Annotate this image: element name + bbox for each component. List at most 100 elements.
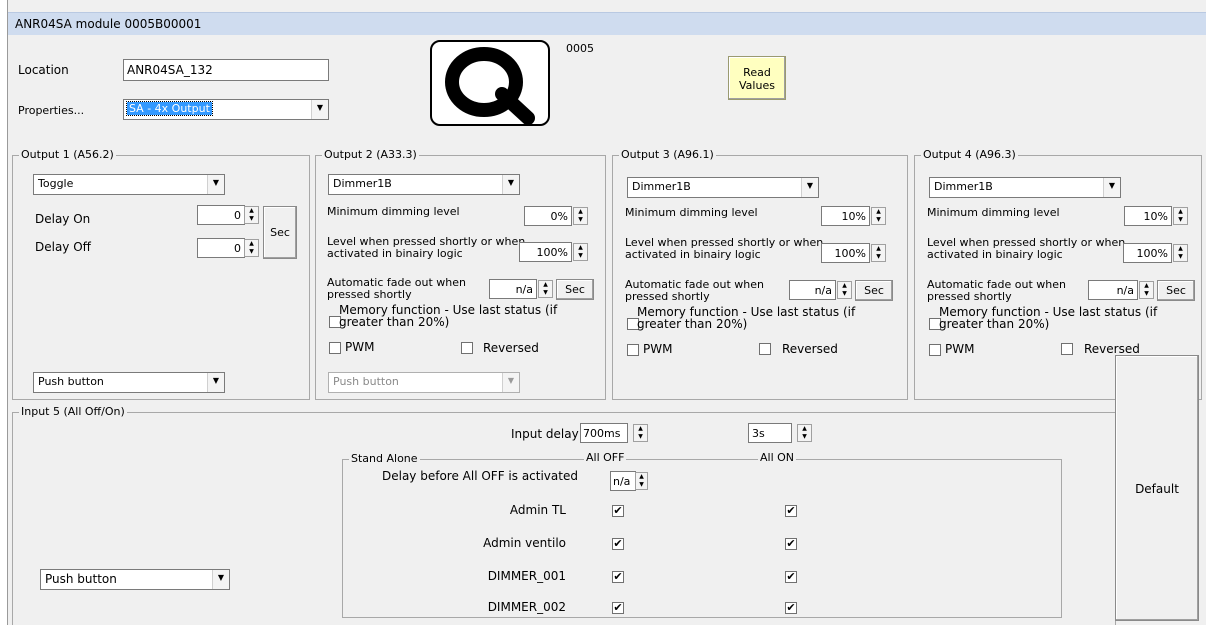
standalone-title: Stand Alone	[349, 452, 420, 465]
output1-mode-value: Toggle	[38, 177, 74, 190]
all-on-checkbox[interactable]: ✔	[785, 571, 797, 583]
output2-fade-field[interactable]: n/a	[489, 279, 537, 299]
standalone-row-label: DIMMER_002	[487, 600, 566, 614]
chevron-down-icon[interactable]: ▼	[801, 178, 818, 197]
output1-title: Output 1 (A56.2)	[19, 148, 116, 161]
output3-pwm-checkbox[interactable]	[627, 344, 639, 356]
title-bar: ANR04SA module 0005B00001	[8, 12, 1206, 35]
output2-level-spinner[interactable]: 100% ▲ ▼	[519, 242, 588, 262]
delay-before-label: Delay before All OFF is activated	[382, 469, 578, 483]
default-button[interactable]: Default	[1115, 355, 1199, 621]
chevron-down-icon: ▼	[502, 373, 519, 392]
chevron-down-icon[interactable]: ▼	[311, 100, 328, 119]
spin-arrows-icon[interactable]: ▲ ▼	[797, 424, 812, 442]
location-label: Location	[18, 63, 69, 77]
delay-on-spinner[interactable]: 0 ▲ ▼	[197, 205, 259, 225]
spin-arrows-icon[interactable]: ▲ ▼	[837, 281, 852, 299]
output3-min-dim-field[interactable]: 10%	[821, 206, 870, 226]
spin-arrows-icon[interactable]: ▲ ▼	[633, 424, 648, 442]
delay-off-spinner[interactable]: 0 ▲ ▼	[197, 238, 259, 258]
output4-min-dim-label: Minimum dimming level	[927, 206, 1060, 219]
delay-off-field[interactable]: 0	[197, 238, 245, 258]
output2-min-dim-spinner[interactable]: 0% ▲ ▼	[524, 206, 588, 226]
chevron-down-icon[interactable]: ▼	[207, 175, 224, 194]
output4-min-dim-spinner[interactable]: 10% ▲ ▼	[1124, 206, 1188, 226]
output2-min-dim-label: Minimum dimming level	[327, 205, 460, 218]
output3-fade-spinner[interactable]: n/a ▲ ▼	[789, 280, 852, 300]
all-on-checkbox[interactable]: ✔	[785, 505, 797, 517]
output4-min-dim-field[interactable]: 10%	[1124, 206, 1172, 226]
properties-label: Properties...	[18, 104, 85, 117]
output2-reversed-checkbox[interactable]	[461, 342, 473, 354]
module-code: 0005	[566, 42, 594, 55]
spin-arrows-icon[interactable]: ▲ ▼	[871, 244, 886, 262]
output3-sec-button[interactable]: Sec	[855, 280, 893, 301]
spin-arrows-icon[interactable]: ▲ ▼	[1139, 281, 1154, 299]
output2-fade-spinner[interactable]: n/a ▲ ▼	[489, 279, 553, 299]
output4-sec-button[interactable]: Sec	[1157, 280, 1195, 301]
spin-arrows-icon[interactable]: ▲ ▼	[573, 243, 588, 261]
spin-arrows-icon[interactable]: ▲ ▼	[573, 207, 588, 225]
output4-level-spinner[interactable]: 100% ▲ ▼	[1123, 243, 1188, 263]
output4-reversed-checkbox[interactable]	[1061, 343, 1073, 355]
output4-level-field[interactable]: 100%	[1123, 243, 1172, 263]
output2-pwm-label: PWM	[345, 340, 375, 354]
chevron-down-icon[interactable]: ▼	[212, 570, 229, 589]
spin-arrows-icon[interactable]: ▲ ▼	[871, 207, 886, 225]
output3-fade-field[interactable]: n/a	[789, 280, 836, 300]
all-off-header: All OFF	[584, 451, 627, 464]
window-border	[7, 0, 8, 625]
input-delay-spinner[interactable]: 700ms ▲ ▼	[580, 423, 648, 443]
output3-min-dim-spinner[interactable]: 10% ▲ ▼	[821, 206, 886, 226]
spin-arrows-icon[interactable]: ▲ ▼	[635, 472, 648, 490]
output2-mode-select[interactable]: Dimmer1B ▼	[328, 174, 520, 195]
output4-reversed-label: Reversed	[1084, 342, 1140, 356]
output4-level-label: Level when pressed shortly or when activ…	[927, 236, 1126, 261]
properties-select[interactable]: SA - 4x Output ▼	[123, 99, 329, 120]
chevron-down-icon[interactable]: ▼	[1103, 178, 1120, 197]
delay-before-field[interactable]: n/a	[610, 471, 636, 491]
output1-input-type-select[interactable]: Push button ▼	[33, 372, 225, 393]
output3-level-label: Level when pressed shortly or when activ…	[625, 236, 824, 261]
chevron-down-icon[interactable]: ▼	[207, 373, 224, 392]
spin-arrows-icon[interactable]: ▲ ▼	[244, 239, 259, 257]
output2-level-field[interactable]: 100%	[519, 242, 572, 262]
standalone-row-label: DIMMER_001	[487, 569, 566, 583]
input5-input-type-select[interactable]: Push button ▼	[40, 569, 230, 590]
output4-pwm-checkbox[interactable]	[929, 344, 941, 356]
output1-mode-select[interactable]: Toggle ▼	[33, 174, 225, 195]
output3-level-field[interactable]: 100%	[821, 243, 870, 263]
all-on-checkbox[interactable]: ✔	[785, 538, 797, 550]
output3-reversed-checkbox[interactable]	[759, 343, 771, 355]
all-on-checkbox[interactable]: ✔	[785, 602, 797, 614]
output3-level-spinner[interactable]: 100% ▲ ▼	[821, 243, 886, 263]
output2-memory-label: Memory function - Use last status (if gr…	[339, 303, 558, 329]
all-off-checkbox[interactable]: ✔	[612, 571, 624, 583]
q-logo-icon	[430, 40, 550, 126]
output4-fade-spinner[interactable]: n/a ▲ ▼	[1088, 280, 1154, 300]
second-delay-field[interactable]: 3s	[748, 423, 792, 443]
spin-arrows-icon[interactable]: ▲ ▼	[1173, 244, 1188, 262]
spin-arrows-icon[interactable]: ▲ ▼	[538, 280, 553, 298]
output2-level-label: Level when pressed shortly or when activ…	[327, 235, 526, 260]
output4-fade-field[interactable]: n/a	[1088, 280, 1138, 300]
output1-sec-button[interactable]: Sec	[263, 206, 297, 259]
input-delay-field[interactable]: 700ms	[580, 423, 628, 443]
delay-before-spinner[interactable]: n/a ▲ ▼	[610, 471, 648, 491]
chevron-down-icon[interactable]: ▼	[502, 175, 519, 194]
output3-mode-select[interactable]: Dimmer1B ▼	[627, 177, 819, 198]
output2-min-dim-field[interactable]: 0%	[524, 206, 572, 226]
all-off-checkbox[interactable]: ✔	[612, 538, 624, 550]
spin-arrows-icon[interactable]: ▲ ▼	[244, 206, 259, 224]
spin-arrows-icon[interactable]: ▲ ▼	[1173, 207, 1188, 225]
all-off-checkbox[interactable]: ✔	[612, 602, 624, 614]
location-input[interactable]: ANR04SA_132	[123, 59, 329, 81]
output3-mode-value: Dimmer1B	[632, 180, 691, 193]
all-off-checkbox[interactable]: ✔	[612, 505, 624, 517]
output4-mode-select[interactable]: Dimmer1B ▼	[929, 177, 1121, 198]
output2-pwm-checkbox[interactable]	[329, 342, 341, 354]
output2-sec-button[interactable]: Sec	[556, 279, 594, 300]
read-values-button[interactable]: Read Values	[728, 56, 786, 100]
delay-on-field[interactable]: 0	[197, 205, 245, 225]
second-delay-spinner[interactable]: 3s ▲ ▼	[748, 423, 812, 443]
